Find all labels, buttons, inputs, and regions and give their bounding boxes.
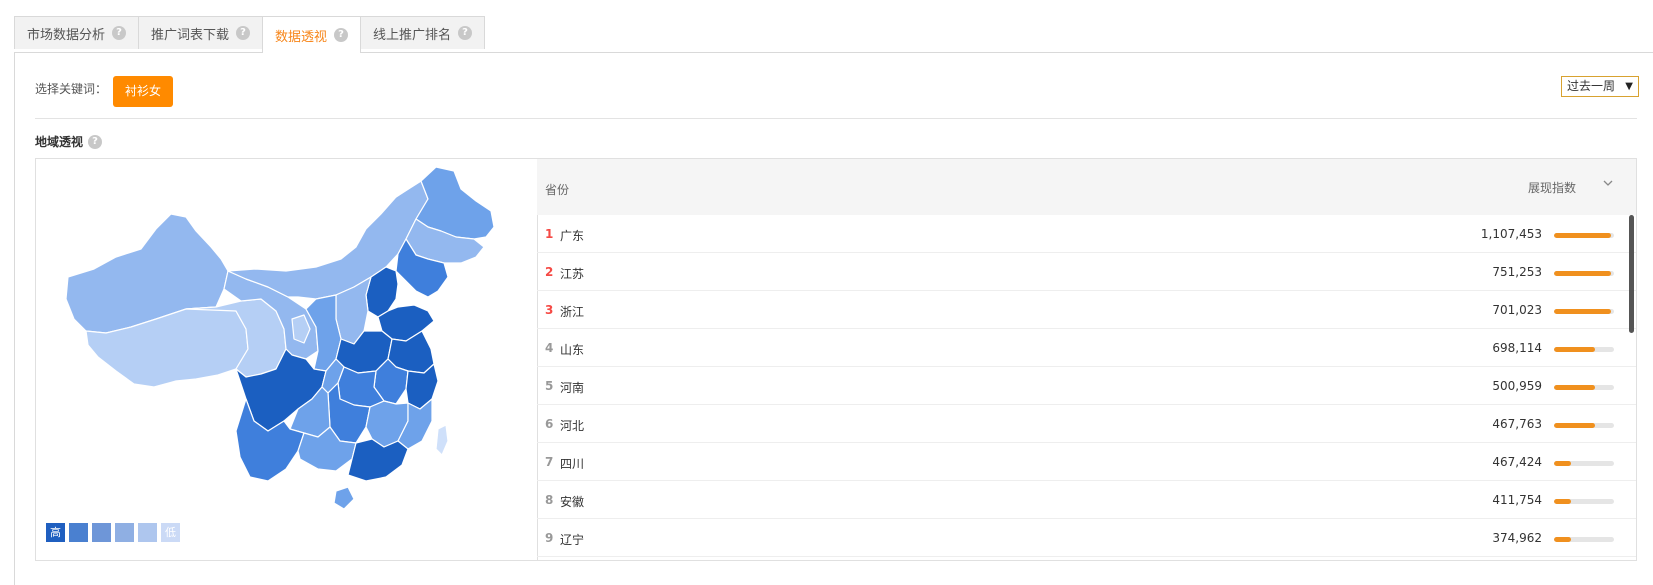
row-province: 山东 (560, 343, 585, 357)
table-row[interactable]: 4 山东 698,114 (537, 329, 1636, 367)
legend-high: 高 (46, 523, 65, 542)
row-bar (1554, 347, 1614, 352)
row-bar (1554, 233, 1614, 238)
row-province: 浙江 (560, 305, 585, 319)
region-map: 高 低 (35, 158, 538, 561)
row-province: 河南 (560, 381, 585, 395)
region-taiwan[interactable] (435, 424, 449, 456)
row-value: 1,107,453 (1480, 227, 1542, 241)
row-bar (1554, 499, 1614, 504)
tab-keyword-download[interactable]: 推广词表下载 ? (138, 16, 264, 49)
table-row[interactable]: 9 辽宁 374,962 (537, 519, 1636, 557)
help-icon[interactable]: ? (112, 26, 127, 40)
map-legend: 高 低 (46, 523, 180, 542)
help-icon[interactable]: ? (236, 26, 251, 40)
row-bar-fill (1554, 309, 1611, 314)
row-bar (1554, 537, 1614, 542)
tab-label: 市场数据分析 (27, 27, 106, 43)
row-bar-fill (1554, 347, 1595, 352)
table-row[interactable]: 3 浙江 701,023 (537, 291, 1636, 329)
row-bar-fill (1554, 423, 1595, 428)
header-index[interactable]: 展现指数 (1528, 179, 1576, 196)
help-icon[interactable]: ? (458, 26, 473, 40)
tab-bar: 市场数据分析 ? 推广词表下载 ? 数据透视 ? 线上推广排名 ? (14, 16, 486, 53)
row-bar (1554, 385, 1614, 390)
row-rank: 2 (545, 265, 554, 279)
tab-market-analysis[interactable]: 市场数据分析 ? (14, 16, 140, 49)
tab-online-ranking[interactable]: 线上推广排名 ? (360, 16, 486, 49)
row-rank: 6 (545, 417, 554, 431)
row-bar (1554, 461, 1614, 466)
legend-swatch (69, 523, 88, 542)
row-bar (1554, 423, 1614, 428)
row-rank: 4 (545, 341, 554, 355)
section-title: 地域透视 ? (35, 133, 103, 150)
row-rank: 5 (545, 379, 554, 393)
row-bar (1554, 309, 1614, 314)
scrollbar[interactable] (1629, 215, 1634, 333)
row-value: 467,424 (1492, 455, 1542, 469)
dropdown-arrow-icon: ▼ (1625, 81, 1633, 92)
table-body: 1 广东 1,107,453 2 江苏 751,253 3 浙江 701,023 4 山东 698,1… (537, 215, 1636, 557)
row-province: 河北 (560, 419, 585, 433)
row-bar-fill (1554, 537, 1571, 542)
row-province: 安徽 (560, 495, 585, 509)
keyword-label: 选择关键词： (35, 82, 108, 96)
province-table: 省份 展现指数 1 广东 1,107,453 2 江苏 751,253 3 浙江 701,023… (537, 158, 1637, 561)
chevron-down-icon[interactable] (1602, 177, 1614, 189)
period-select[interactable]: 过去一周 ▼ (1561, 76, 1639, 97)
row-rank: 9 (545, 531, 554, 545)
row-province: 广东 (560, 229, 585, 243)
row-value: 411,754 (1492, 493, 1542, 507)
table-row[interactable]: 6 河北 467,763 (537, 405, 1636, 443)
row-bar-fill (1554, 271, 1611, 276)
row-value: 701,023 (1492, 303, 1542, 317)
region-guangdong[interactable] (347, 438, 409, 482)
row-bar-fill (1554, 385, 1595, 390)
period-selected: 过去一周 (1567, 79, 1616, 93)
tab-data-pivot[interactable]: 数据透视 ? (262, 16, 362, 53)
table-row[interactable]: 7 四川 467,424 (537, 443, 1636, 481)
table-row[interactable]: 5 河南 500,959 (537, 367, 1636, 405)
row-rank: 3 (545, 303, 554, 317)
header-province: 省份 (545, 183, 570, 197)
row-province: 辽宁 (560, 533, 585, 547)
legend-swatch (138, 523, 157, 542)
row-bar (1554, 271, 1614, 276)
legend-swatch (92, 523, 111, 542)
row-value: 751,253 (1492, 265, 1542, 279)
table-header: 省份 展现指数 (537, 159, 1636, 215)
section-divider (35, 118, 1637, 119)
row-rank: 7 (545, 455, 554, 469)
table-row[interactable]: 8 安徽 411,754 (537, 481, 1636, 519)
row-bar-fill (1554, 499, 1571, 504)
region-hainan[interactable] (333, 486, 355, 510)
tab-label: 数据透视 (275, 29, 328, 45)
row-value: 467,763 (1492, 417, 1542, 431)
row-value: 698,114 (1492, 341, 1542, 355)
row-bar-fill (1554, 233, 1611, 238)
keyword-chip[interactable]: 衬衫女 (113, 76, 174, 107)
section-title-text: 地域透视 (35, 135, 84, 149)
row-value: 374,962 (1492, 531, 1542, 545)
panel-border (14, 52, 15, 585)
row-rank: 8 (545, 493, 554, 507)
row-rank: 1 (545, 227, 554, 241)
china-map (65, 166, 495, 510)
tab-label: 推广词表下载 (151, 27, 230, 43)
legend-low: 低 (161, 523, 180, 542)
table-row[interactable]: 1 广东 1,107,453 (537, 215, 1636, 253)
help-icon[interactable]: ? (334, 28, 349, 42)
table-row[interactable]: 2 江苏 751,253 (537, 253, 1636, 291)
row-value: 500,959 (1492, 379, 1542, 393)
tab-divider (14, 52, 1653, 53)
legend-swatch (115, 523, 134, 542)
row-province: 四川 (560, 457, 585, 471)
tab-label: 线上推广排名 (373, 27, 452, 43)
help-icon[interactable]: ? (88, 134, 103, 149)
row-bar-fill (1554, 461, 1571, 466)
row-province: 江苏 (560, 267, 585, 281)
